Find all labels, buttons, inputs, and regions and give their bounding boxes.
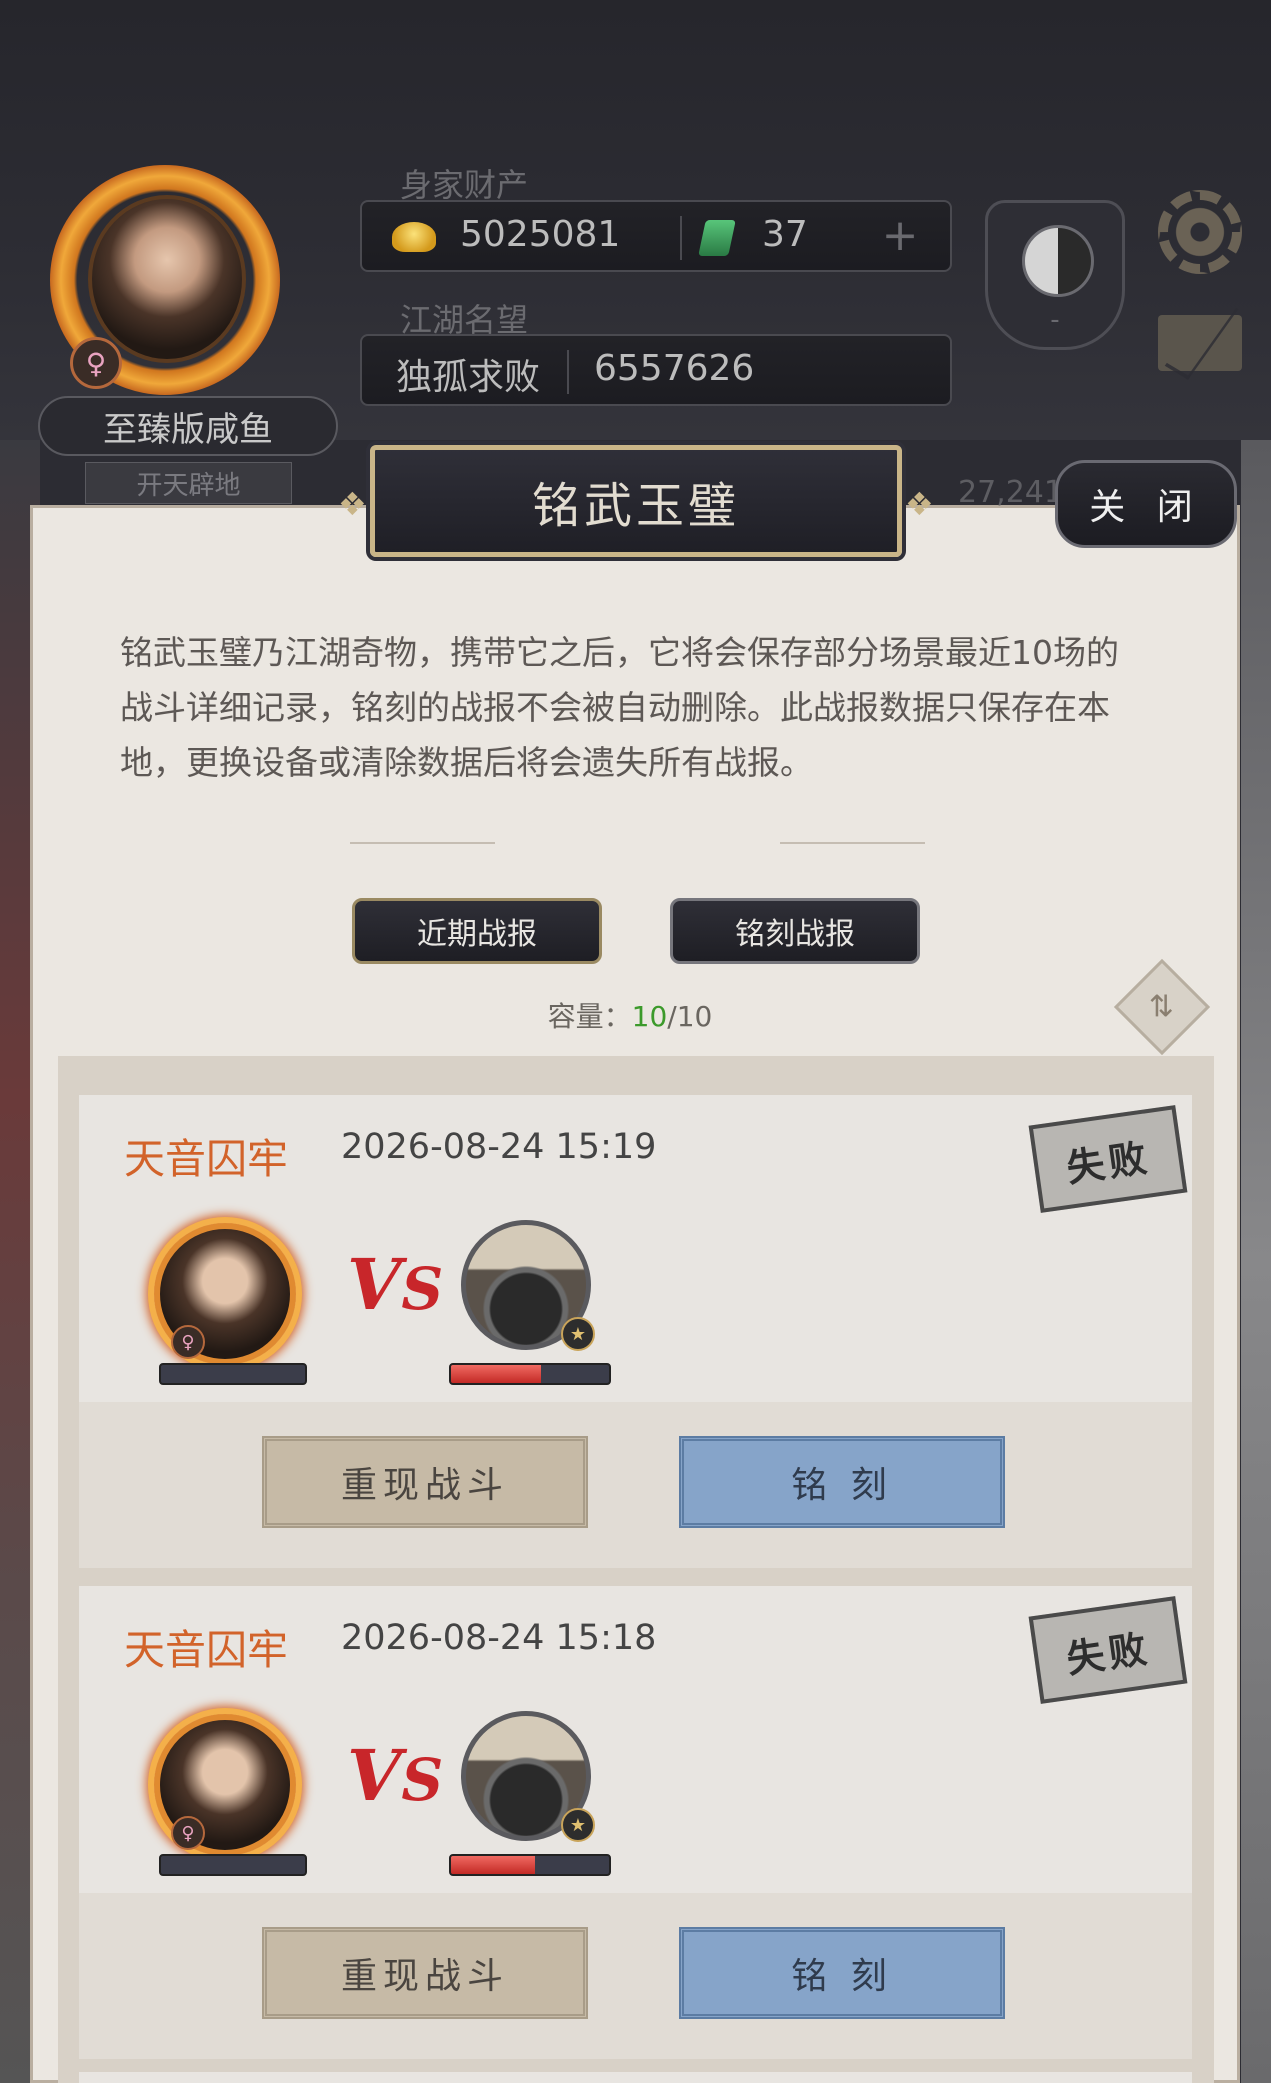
battle-time: 2026-08-24 15:18 [341, 1618, 657, 1658]
tab-engraved-reports[interactable]: 铭刻战报 [670, 898, 920, 964]
gender-icon: ♀ [171, 1325, 205, 1359]
divider-ornament-right [780, 842, 925, 844]
panel-title: 铭武玉璧 [370, 445, 902, 557]
right-scene-background [1241, 440, 1271, 2083]
capacity-max: /10 [667, 1000, 713, 1033]
vs-icon: VS [347, 1734, 444, 1817]
reputation-value: 6557626 [594, 348, 755, 389]
side-number: 27,241 [958, 475, 1063, 510]
enemy-hp-fill [451, 1856, 535, 1874]
enemy-hp-bar [449, 1363, 611, 1385]
replay-battle-button[interactable]: 重现战斗 [262, 1927, 588, 2019]
capacity-current: 10 [631, 1000, 668, 1033]
player-hp-bar [159, 1854, 307, 1876]
title-ornament-left: ❖ [338, 485, 367, 523]
gender-icon: ♀ [70, 337, 122, 389]
vs-icon: VS [347, 1243, 444, 1326]
report-card-info: 天音囚牢 2026-08-24 15:19 失败 ♀ VS ★ [79, 1095, 1192, 1402]
sect-badge[interactable]: - [985, 200, 1125, 350]
engrave-button[interactable]: 铭 刻 [679, 1436, 1005, 1528]
mail-icon[interactable] [1158, 315, 1242, 371]
enemy-rank-icon: ★ [561, 1317, 595, 1351]
gender-icon: ♀ [171, 1816, 205, 1850]
engrave-button[interactable]: 铭 刻 [679, 1927, 1005, 2019]
jade-amount: 37 [762, 214, 808, 255]
replay-battle-button[interactable]: 重现战斗 [262, 1436, 588, 1528]
player-profile[interactable]: ♀ [20, 155, 320, 425]
enemy-hp-fill [451, 1365, 542, 1383]
reputation-title: 独孤求败 [396, 357, 541, 398]
result-stamp: 失败 [1028, 1105, 1188, 1213]
enemy-hp-bar [449, 1854, 611, 1876]
enemy-rank-icon: ★ [561, 1808, 595, 1842]
player-hp-bar [159, 1363, 307, 1385]
player-nickname: 至臻版咸鱼 [38, 396, 338, 456]
battle-time: 2026-08-24 15:19 [341, 1127, 657, 1167]
result-stamp: 失败 [1028, 1596, 1188, 1704]
jade-icon [698, 220, 736, 256]
panel-description: 铭武玉璧乃江湖奇物，携带它之后，它将会保存部分场景最近10场的战斗详细记录，铭刻… [120, 633, 1119, 782]
report-card-partial [79, 2072, 1192, 2083]
scene-name: 天音囚牢 [124, 1626, 288, 1674]
taiji-icon [1022, 225, 1094, 297]
gold-icon [392, 222, 436, 252]
title-ornament-right: ❖ [905, 485, 934, 523]
report-card: 天音囚牢 2026-08-24 15:18 失败 ♀ VS ★ 重现战斗 铭 刻 [79, 1586, 1192, 2059]
currency-bar: 5025081 37 + [360, 200, 952, 272]
divider-ornament-left [350, 842, 495, 844]
scene-name: 天音囚牢 [124, 1135, 288, 1183]
capacity-indicator: 容量：10/10 [520, 995, 740, 1035]
gear-icon[interactable] [1158, 190, 1242, 274]
report-card-actions: 重现战斗 铭 刻 [79, 1402, 1192, 1568]
capacity-label: 容量： [547, 1000, 632, 1033]
currency-divider [680, 216, 682, 260]
sect-badge-text: - [1050, 305, 1060, 335]
reputation-bar: 独孤求败 6557626 [360, 334, 952, 406]
gold-amount: 5025081 [460, 214, 621, 255]
add-currency-button[interactable]: + [878, 214, 922, 258]
tab-recent-reports[interactable]: 近期战报 [352, 898, 602, 964]
close-button[interactable]: 关 闭 [1055, 460, 1237, 548]
player-title-badge: 开天辟地 [85, 462, 292, 504]
report-card-info: 天音囚牢 2026-08-24 15:18 失败 ♀ VS ★ [79, 1586, 1192, 1893]
report-card-actions: 重现战斗 铭 刻 [79, 1893, 1192, 2059]
reputation-divider [567, 350, 569, 394]
report-card: 天音囚牢 2026-08-24 15:19 失败 ♀ VS ★ 重现战斗 铭 刻 [79, 1095, 1192, 1568]
avatar[interactable] [88, 195, 246, 363]
